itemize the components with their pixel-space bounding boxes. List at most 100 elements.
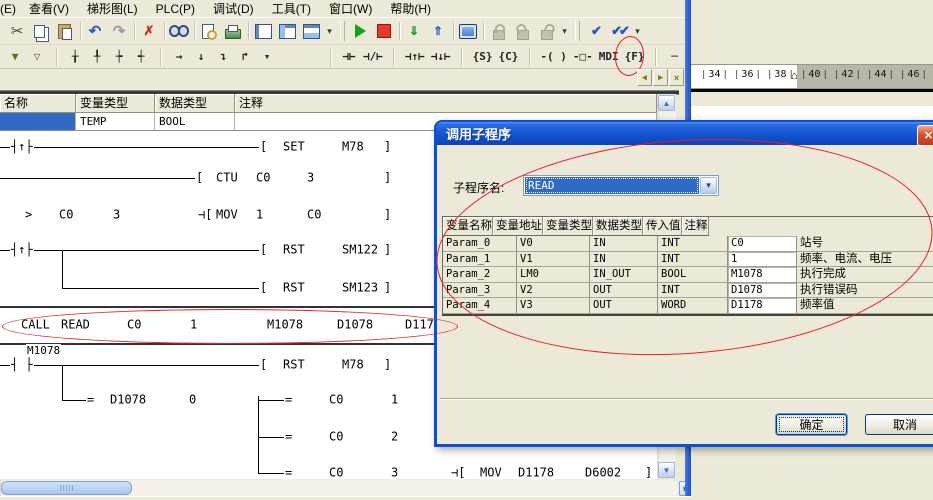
ladder-token[interactable]: M78	[341, 139, 365, 153]
param-datatype-cell[interactable]: INT	[658, 236, 728, 252]
param-datatype-cell[interactable]: INT	[658, 252, 728, 268]
param-name-cell[interactable]: Param_4	[443, 298, 517, 314]
ok-button[interactable]: 确定	[776, 414, 847, 435]
dialog-close-icon[interactable]: ✕	[917, 125, 933, 146]
ladder-token[interactable]: ]	[383, 242, 392, 256]
param-value-input[interactable]: D1178	[728, 298, 797, 314]
subroutine-name-value[interactable]: READ	[525, 177, 699, 194]
parameter-column-header[interactable]: 数据类型	[593, 217, 643, 236]
combo-dropdown-icon[interactable]: ▾	[700, 177, 717, 194]
ladder-token[interactable]: ]	[383, 357, 392, 371]
param-name-cell[interactable]: Param_3	[443, 283, 517, 299]
ladder-token[interactable]: 1	[189, 317, 198, 331]
ladder-token[interactable]: ⊣[	[197, 207, 213, 221]
ladder-token[interactable]: ]	[644, 465, 653, 479]
param-vartype-cell[interactable]: IN	[590, 236, 658, 252]
column-ruler[interactable]: ⌂ 3436384042444648	[691, 64, 933, 89]
param-value-input[interactable]: C0	[728, 236, 797, 252]
ladder-token[interactable]: C0	[58, 207, 74, 221]
ladder-token[interactable]: M1078	[26, 344, 61, 357]
param-vartype-cell[interactable]: IN	[590, 252, 658, 268]
ladder-token[interactable]: [	[259, 280, 268, 294]
ladder-token[interactable]: D1178	[517, 465, 555, 479]
param-address-cell[interactable]: V1	[517, 252, 590, 268]
ladder-token[interactable]: D6002	[584, 465, 622, 479]
ladder-token[interactable]: 1	[390, 392, 399, 406]
ladder-token[interactable]: 3	[390, 465, 399, 479]
ladder-token[interactable]: M78	[341, 357, 365, 371]
ladder-token[interactable]: ]	[383, 207, 392, 221]
param-comment-cell[interactable]: 站号	[797, 236, 933, 252]
param-address-cell[interactable]: V3	[517, 298, 590, 314]
ladder-token[interactable]: 3	[306, 170, 315, 184]
ladder-token[interactable]: =	[284, 392, 293, 406]
param-vartype-cell[interactable]: OUT	[590, 298, 658, 314]
param-address-cell[interactable]: LM0	[517, 267, 590, 283]
ladder-token[interactable]: =	[284, 465, 293, 479]
param-comment-cell[interactable]: 执行完成	[797, 267, 933, 283]
parameter-column-header[interactable]: 变量名称	[443, 217, 493, 236]
param-comment-cell[interactable]: 频率、电流、电压	[797, 252, 933, 268]
ladder-token[interactable]: 3	[112, 207, 121, 221]
param-name-cell[interactable]: Param_2	[443, 267, 517, 283]
ladder-token[interactable]: RST	[282, 357, 306, 371]
ladder-token[interactable]: MOV	[215, 207, 239, 221]
ladder-token[interactable]: C0	[255, 170, 271, 184]
param-value-input[interactable]: 1	[728, 252, 797, 268]
param-datatype-cell[interactable]: INT	[658, 283, 728, 299]
parameter-column-header[interactable]: 变量类型	[543, 217, 593, 236]
param-value-input[interactable]: M1078	[728, 267, 797, 283]
ladder-token[interactable]: ⊣[	[450, 465, 466, 479]
ladder-token[interactable]: D1078	[336, 317, 374, 331]
ladder-token[interactable]: C0	[328, 465, 344, 479]
param-address-cell[interactable]: V0	[517, 236, 590, 252]
ladder-token[interactable]: ┤↑├	[10, 242, 34, 256]
ladder-token[interactable]: ┤ ├	[10, 357, 34, 371]
param-name-cell[interactable]: Param_1	[443, 252, 517, 268]
ladder-token[interactable]: =	[284, 429, 293, 443]
ladder-token[interactable]: RST	[282, 280, 306, 294]
ladder-token[interactable]: READ	[60, 317, 91, 331]
ladder-token[interactable]: RST	[282, 242, 306, 256]
ladder-token[interactable]: D1078	[109, 392, 147, 406]
ladder-token[interactable]: ┤↑├	[10, 139, 34, 153]
ladder-token[interactable]: M1078	[266, 317, 304, 331]
ladder-token[interactable]: CTU	[215, 170, 239, 184]
ladder-token[interactable]: SET	[282, 139, 306, 153]
param-comment-cell[interactable]: 执行错误码	[797, 283, 933, 299]
ladder-token[interactable]: [	[259, 139, 268, 153]
cancel-button[interactable]: 取消	[865, 414, 933, 435]
param-comment-cell[interactable]: 频率值	[797, 298, 933, 314]
param-datatype-cell[interactable]: BOOL	[658, 267, 728, 283]
param-value-input[interactable]: D1078	[728, 283, 797, 299]
ladder-token[interactable]: ]	[383, 139, 392, 153]
ladder-token[interactable]: [	[259, 357, 268, 371]
param-datatype-cell[interactable]: WORD	[658, 298, 728, 314]
ladder-token[interactable]: [	[195, 170, 204, 184]
param-name-cell[interactable]: Param_0	[443, 236, 517, 252]
param-vartype-cell[interactable]: OUT	[590, 283, 658, 299]
ladder-token[interactable]: 0	[188, 392, 197, 406]
param-address-cell[interactable]: V2	[517, 283, 590, 299]
ladder-token[interactable]: SM122	[341, 242, 379, 256]
ladder-token[interactable]: 1	[255, 207, 264, 221]
parameter-column-header[interactable]: 变量地址	[493, 217, 543, 236]
parameter-column-header[interactable]: 传入值	[643, 217, 682, 236]
parameter-column-header[interactable]: 注释	[682, 217, 709, 236]
ladder-token[interactable]: [	[259, 242, 268, 256]
ladder-token[interactable]: >	[24, 207, 33, 221]
param-vartype-cell[interactable]: IN_OUT	[590, 267, 658, 283]
ladder-token[interactable]: ]	[383, 170, 392, 184]
dialog-titlebar[interactable]: 调用子程序	[436, 122, 933, 145]
ladder-token[interactable]: C0	[306, 207, 322, 221]
ladder-token[interactable]: C0	[328, 429, 344, 443]
ladder-token[interactable]: MOV	[479, 465, 503, 479]
ladder-token[interactable]: C0	[328, 392, 344, 406]
ladder-token[interactable]: ]	[383, 280, 392, 294]
ladder-token[interactable]: =	[86, 392, 95, 406]
ladder-token[interactable]: 2	[390, 429, 399, 443]
subroutine-name-select[interactable]: READ ▾	[523, 175, 719, 196]
ladder-token[interactable]: CALL	[20, 317, 51, 331]
ladder-token[interactable]: SM123	[341, 280, 379, 294]
ladder-token[interactable]: C0	[126, 317, 142, 331]
